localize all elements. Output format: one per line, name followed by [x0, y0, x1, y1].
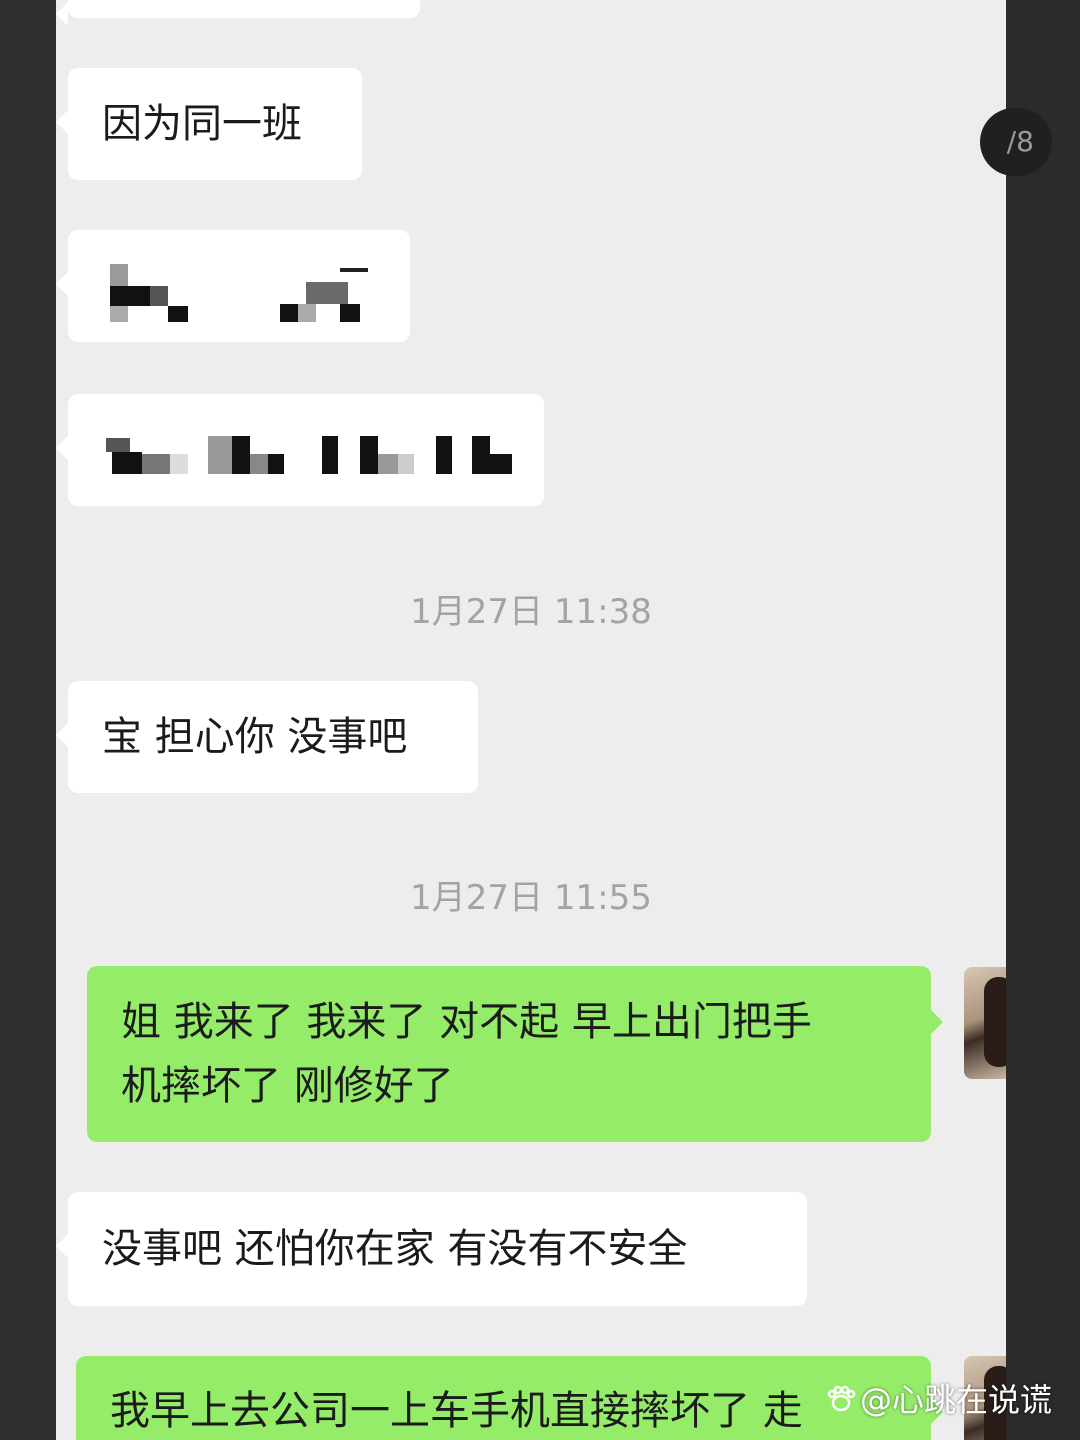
message-bubble-partial[interactable]	[56, 0, 420, 26]
message-bubble-incoming[interactable]: 宝 担心你 没事吧	[56, 681, 478, 793]
chat-panel[interactable]: 因为同一班 1月27日 11:38 宝 担心你 没事吧 1月27日 11:55 …	[56, 0, 1006, 1440]
message-text-line: 姐 我来了 我来了 对不起 早上出门把手	[121, 999, 812, 1045]
message-text-line: 机摔坏了 刚修好了	[121, 1063, 454, 1109]
pixelated-message-bubble[interactable]	[56, 394, 544, 506]
message-timestamp: 1月27日 11:38	[410, 592, 652, 632]
viewer-side-overlay	[1006, 0, 1080, 1440]
message-bubble-incoming[interactable]: 没事吧 还怕你在家 有没有不安全	[56, 1192, 807, 1306]
message-text: 宝 担心你 没事吧	[102, 714, 408, 760]
pixelated-message-bubble[interactable]	[56, 230, 410, 342]
message-text: 我早上去公司一上车手机直接摔坏了 走	[110, 1388, 803, 1434]
image-page-counter: /8	[980, 108, 1052, 176]
message-timestamp: 1月27日 11:55	[410, 878, 652, 918]
user-avatar[interactable]	[964, 967, 1006, 1079]
mosaic-blur	[68, 394, 544, 506]
message-text: 没事吧 还怕你在家 有没有不安全	[102, 1226, 688, 1272]
paw-icon	[826, 1378, 856, 1426]
message-bubble-outgoing[interactable]: 我早上去公司一上车手机直接摔坏了 走	[76, 1356, 943, 1440]
watermark: @心跳在说谎	[826, 1376, 1052, 1424]
watermark-text: @心跳在说谎	[860, 1381, 1053, 1419]
message-bubble-outgoing[interactable]: 姐 我来了 我来了 对不起 早上出门把手 机摔坏了 刚修好了	[87, 966, 943, 1142]
message-bubble-incoming[interactable]: 因为同一班	[56, 68, 362, 180]
mosaic-blur	[68, 230, 410, 342]
message-text: 因为同一班	[102, 101, 302, 147]
